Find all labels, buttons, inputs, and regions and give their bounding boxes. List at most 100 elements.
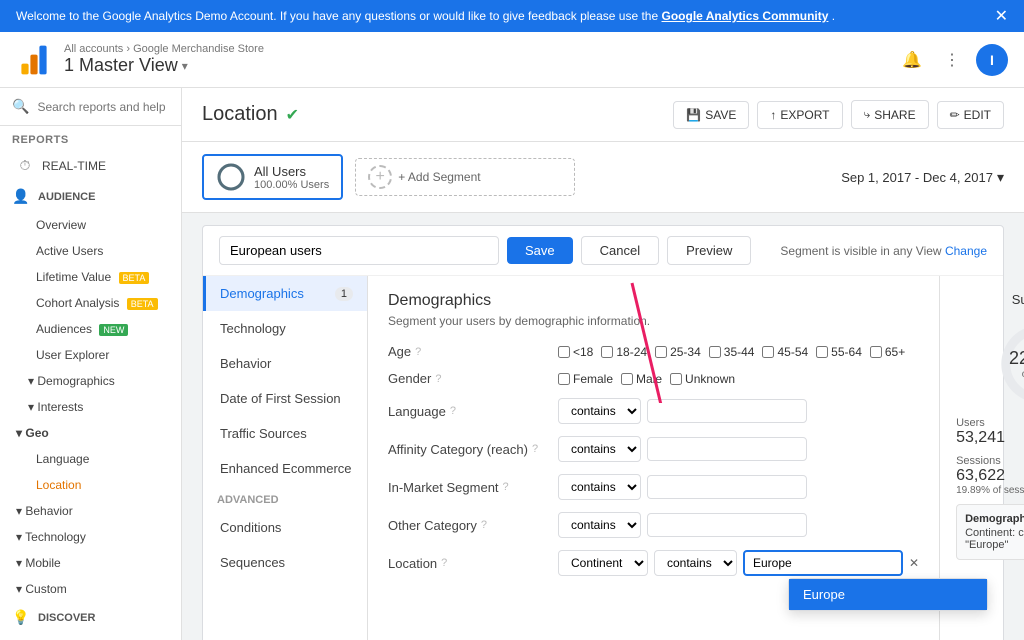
- age-55-64[interactable]: 55-64: [816, 345, 862, 359]
- affinity-filter-select[interactable]: contains: [558, 436, 641, 462]
- sidebar-item-mobile[interactable]: ▾ Mobile: [0, 550, 181, 576]
- avatar[interactable]: I: [976, 44, 1008, 76]
- age-25-34[interactable]: 25-34: [655, 345, 701, 359]
- inmarket-filter: contains: [558, 474, 807, 500]
- discover-icon: 💡: [12, 609, 30, 626]
- location-continent-select[interactable]: Continent: [558, 550, 648, 576]
- sidebar-item-interests[interactable]: ▾ Interests: [0, 394, 181, 420]
- inmarket-help-icon[interactable]: ?: [503, 481, 509, 493]
- sidebar-item-user-explorer[interactable]: User Explorer: [0, 342, 181, 368]
- search-input[interactable]: [37, 100, 169, 114]
- gender-male[interactable]: Male: [621, 372, 662, 386]
- view-name[interactable]: 1 Master View ▾: [64, 55, 896, 76]
- condition-title: Demographics: [965, 513, 1024, 525]
- audience-icon: 👤: [12, 188, 30, 205]
- location-help-icon[interactable]: ?: [441, 557, 447, 569]
- seg-nav-date-first-session[interactable]: Date of First Session: [203, 381, 367, 416]
- inmarket-filter-input[interactable]: [647, 475, 807, 499]
- sidebar-item-overview[interactable]: Overview: [0, 212, 181, 238]
- search-bar: 🔍: [0, 88, 181, 126]
- close-icon[interactable]: ✕: [995, 6, 1008, 26]
- location-dropdown: Europe: [788, 578, 988, 611]
- sidebar-item-realtime[interactable]: ⏱ REAL-TIME: [0, 150, 181, 181]
- gender-unknown[interactable]: Unknown: [670, 372, 735, 386]
- sidebar-item-custom[interactable]: ▾ Custom: [0, 576, 181, 602]
- sidebar-item-audiences[interactable]: Audiences NEW: [0, 316, 181, 342]
- seg-nav-sequences[interactable]: Sequences: [203, 545, 367, 580]
- affinity-filter: contains: [558, 436, 807, 462]
- sessions-label: Sessions: [956, 455, 1024, 467]
- other-filter-input[interactable]: [647, 513, 807, 537]
- save-icon: 💾: [686, 108, 701, 122]
- change-link[interactable]: Change: [945, 244, 987, 258]
- report-actions: 💾 SAVE ↑ EXPORT ⤷ SHARE ✏ EDIT: [673, 100, 1004, 129]
- age-65plus[interactable]: 65+: [870, 345, 905, 359]
- language-help-icon[interactable]: ?: [450, 405, 456, 417]
- location-clear-icon[interactable]: ✕: [909, 556, 919, 570]
- segment-save-button[interactable]: Save: [507, 237, 573, 264]
- sidebar-item-cohort[interactable]: Cohort Analysis BETA: [0, 290, 181, 316]
- location-row: Location ? Continent contains: [388, 550, 919, 576]
- main-content: Location ✔ 💾 SAVE ↑ EXPORT ⤷ SHARE: [182, 88, 1024, 640]
- date-range-picker[interactable]: Sep 1, 2017 - Dec 4, 2017 ▾: [841, 169, 1004, 186]
- language-filter: contains: [558, 398, 807, 424]
- location-condition-select[interactable]: contains: [654, 550, 737, 576]
- seg-nav-behavior[interactable]: Behavior: [203, 346, 367, 381]
- segments-bar: All Users 100.00% Users + + Add Segment …: [182, 142, 1024, 213]
- affinity-filter-input[interactable]: [647, 437, 807, 461]
- inmarket-label: In-Market Segment ?: [388, 480, 548, 495]
- export-button[interactable]: ↑ EXPORT: [757, 101, 842, 129]
- age-18-24[interactable]: 18-24: [601, 345, 647, 359]
- segment-label: All Users: [254, 164, 329, 179]
- segment-preview-button[interactable]: Preview: [667, 236, 751, 265]
- gender-checkboxes: Female Male Unknown: [558, 372, 735, 386]
- summary-condition: Demographics Continent: contains "Europe…: [956, 504, 1024, 560]
- gender-female[interactable]: Female: [558, 372, 613, 386]
- other-help-icon[interactable]: ?: [481, 519, 487, 531]
- other-category-label: Other Category ?: [388, 518, 548, 533]
- language-filter-select[interactable]: contains: [558, 398, 641, 424]
- sidebar-item-demographics[interactable]: ▾ Demographics: [0, 368, 181, 394]
- segment-cancel-button[interactable]: Cancel: [581, 236, 659, 265]
- add-segment-button[interactable]: + + Add Segment: [355, 158, 575, 196]
- app-header: All accounts › Google Merchandise Store …: [0, 32, 1024, 88]
- location-value-input[interactable]: [743, 550, 903, 576]
- demographics-form: Demographics Segment your users by demog…: [368, 276, 939, 640]
- gender-help-icon[interactable]: ?: [435, 373, 441, 385]
- seg-nav-technology[interactable]: Technology: [203, 311, 367, 346]
- other-filter: contains: [558, 512, 807, 538]
- sidebar: 🔍 Reports ⏱ REAL-TIME 👤 AUDIENCE Overvie…: [0, 88, 182, 640]
- age-45-54[interactable]: 45-54: [762, 345, 808, 359]
- seg-nav-conditions[interactable]: Conditions: [203, 510, 367, 545]
- edit-button[interactable]: ✏ EDIT: [937, 101, 1004, 129]
- share-button[interactable]: ⤷ SHARE: [851, 100, 929, 129]
- seg-nav-demographics[interactable]: Demographics 1: [203, 276, 367, 311]
- sidebar-item-technology[interactable]: ▾ Technology: [0, 524, 181, 550]
- all-users-segment[interactable]: All Users 100.00% Users: [202, 154, 343, 200]
- users-label: Users: [956, 417, 1024, 429]
- language-filter-input[interactable]: [647, 399, 807, 423]
- age-help-icon[interactable]: ?: [415, 346, 421, 358]
- other-filter-select[interactable]: contains: [558, 512, 641, 538]
- sidebar-item-active-users[interactable]: Active Users: [0, 238, 181, 264]
- sidebar-item-language[interactable]: Language: [0, 446, 181, 472]
- more-options-icon[interactable]: ⋮: [936, 44, 968, 76]
- inmarket-filter-select[interactable]: contains: [558, 474, 641, 500]
- age-under18[interactable]: <18: [558, 345, 593, 359]
- age-row: Age ? <18 18-24 25-34 35-44 45-54 55-64 …: [388, 344, 919, 359]
- sidebar-item-geo[interactable]: ▾ Geo: [0, 420, 181, 446]
- age-35-44[interactable]: 35-44: [709, 345, 755, 359]
- location-dropdown-item-europe[interactable]: Europe: [789, 579, 987, 610]
- sidebar-item-location[interactable]: Location: [0, 472, 181, 498]
- segment-name-input[interactable]: [219, 236, 499, 265]
- reports-section-header: Reports: [0, 126, 181, 150]
- advanced-section-label: Advanced: [203, 486, 367, 510]
- sidebar-item-behavior[interactable]: ▾ Behavior: [0, 498, 181, 524]
- save-button[interactable]: 💾 SAVE: [673, 101, 749, 129]
- banner-link[interactable]: Google Analytics Community: [662, 9, 829, 23]
- sidebar-item-lifetime-value[interactable]: Lifetime Value BETA: [0, 264, 181, 290]
- notifications-icon[interactable]: 🔔: [896, 44, 928, 76]
- seg-nav-traffic-sources[interactable]: Traffic Sources: [203, 416, 367, 451]
- seg-nav-enhanced-ecommerce[interactable]: Enhanced Ecommerce: [203, 451, 367, 486]
- affinity-help-icon[interactable]: ?: [532, 443, 538, 455]
